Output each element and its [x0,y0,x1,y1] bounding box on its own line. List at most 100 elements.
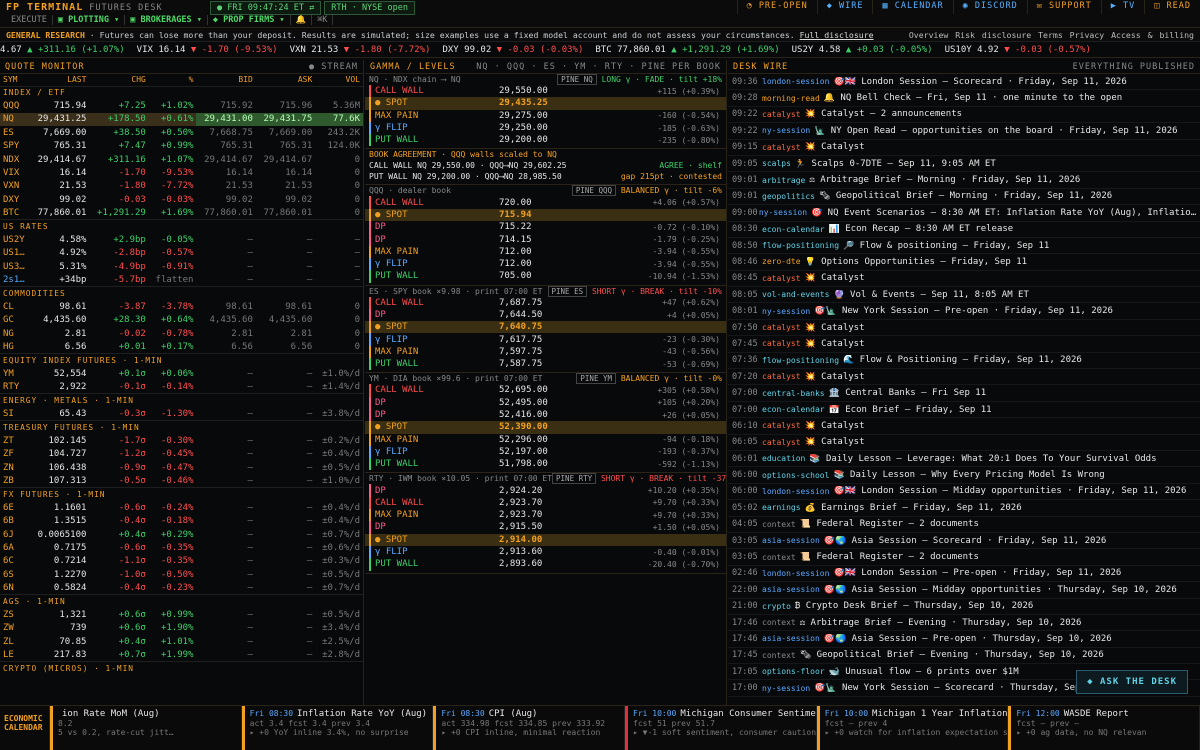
wire-tag[interactable]: context [762,520,796,529]
table-row[interactable]: NQ 29,431.25 +178.50 +0.61% 29,431.00 29,431.… [0,112,363,127]
table-row[interactable]: US3… 5.31% -4.9bp -0.91% — — — [0,260,363,273]
table-row[interactable]: SI 65.43 -0.3σ -1.30% — — ±3.8%/d [0,407,363,420]
table-row[interactable]: 6S 1.2270 -1.0σ -0.50% — — ±0.5%/d [0,568,363,581]
wire-item[interactable]: 17:45 context 🗞 Geopolitical Brief — Eveni… [728,648,1200,665]
pine-button[interactable]: PINE RTY [552,473,597,485]
wire-tag[interactable]: london-session [762,77,829,86]
pine-button[interactable]: PINE NQ [557,74,597,85]
wire-tag[interactable]: crypto [762,602,791,611]
calendar-event[interactable]: Fri 12:00 WASDE Report fcst — prev — ▸ +0 a… [1008,706,1200,750]
table-row[interactable]: US RATES [0,219,363,234]
nav-item[interactable]: ◆ WIRE [816,0,873,14]
wire-item[interactable]: 09:01 arbitrage ⚖ Arbitrage Brief — Mornin… [728,172,1200,189]
nav-item[interactable]: ✉ SUPPORT [1026,0,1101,14]
ticker-item[interactable]: US2Y 4.58 ▲ +0.03 (-0.05%) [792,45,933,55]
wire-filter[interactable]: EVERYTHING PUBLISHED [1073,62,1195,72]
calendar-event[interactable]: Fri 10:00Michigan Consumer Sentiment (Se… [625,706,817,750]
wire-item[interactable]: 09:22 catalyst 💥 Catalyst — 2 announcement… [728,107,1200,124]
wire-item[interactable]: 07:20 catalyst 💥 Catalyst [728,369,1200,386]
table-row[interactable]: SPY 765.31 +7.47 +0.99% 765.31 765.31 124.0K [0,140,363,153]
wire-item[interactable]: 08:01 ny-session 🎯🗽 New York Session — Pre… [728,303,1200,320]
wire-tag[interactable]: vol-and-events [762,290,829,299]
calendar-event[interactable]: Fri 08:30 CPI (Aug) act 334.98 fcst 334.85… [433,706,626,750]
table-row[interactable]: VIX 16.14 -1.70 -9.53% 16.14 16.14 0 [0,166,363,179]
table-row[interactable]: VXN 21.53 -1.80 -7.72% 21.53 21.53 0 [0,180,363,193]
wire-item[interactable]: 09:15 catalyst 💥 Catalyst [728,140,1200,156]
table-row[interactable]: ZB 107.313 -0.5σ -0.46% — — ±1.0%/d [0,474,363,487]
ticker-item[interactable]: VIX 16.14 ▼ -1.70 (-9.53%) [137,45,278,55]
ticker-item[interactable]: 4.67 ▲ +311.16 (+1.07%) [0,45,125,55]
column-header[interactable]: SYM [0,74,30,86]
brand-tab[interactable]: ⌘K [312,15,334,25]
wire-tag[interactable]: catalyst [762,274,801,283]
table-row[interactable]: TREASURY FUTURES · 1-MIN [0,420,363,435]
wire-tag[interactable]: catalyst [762,339,801,348]
wire-tag[interactable]: central-banks [762,389,825,398]
calendar-event[interactable]: Fri 08:30 Inflation Rate YoY (Aug) act 3.4… [241,706,434,750]
column-header[interactable]: VOL [315,74,363,86]
nav-item[interactable]: ▦ CALENDAR [872,0,952,14]
wire-tag[interactable]: ny-session [762,307,810,316]
brand-tab[interactable]: ▣ BROKERAGES ▾ [125,15,208,25]
wire-item[interactable]: 06:05 catalyst 💥 Catalyst [728,435,1200,451]
table-row[interactable]: 6C 0.7214 -1.1σ -0.35% — — ±0.3%/d [0,555,363,568]
table-row[interactable]: US2Y 4.58% +2.9bp -0.05% — — — [0,233,363,246]
table-row[interactable]: CL 98.61 -3.87 -3.78% 98.61 98.61 0 [0,300,363,313]
table-row[interactable]: BTC 77,860.01 +1,291.29 +1.69% 77,860.01 77,8… [0,207,363,220]
brand-tab[interactable]: EXECUTE [6,15,53,25]
table-row[interactable]: EQUITY INDEX FUTURES · 1-MIN [0,353,363,368]
wire-item[interactable]: 06:01 education 📚 Daily Lesson — Leverage:… [728,451,1200,468]
wire-item[interactable]: 06:10 catalyst 💥 Catalyst [728,418,1200,435]
wire-tag[interactable]: education [762,454,805,463]
table-row[interactable]: QQQ 715.94 +7.25 +1.02% 715.92 715.96 5.36M [0,99,363,112]
nav-item[interactable]: ◫ READ [1144,0,1200,14]
table-row[interactable]: ZF 104.727 -1.2σ -0.45% — — ±0.4%/d [0,448,363,461]
wire-tag[interactable]: asia-session [762,536,820,545]
column-header[interactable]: % [149,74,197,86]
table-row[interactable]: FX FUTURES · 1-MIN [0,487,363,502]
wire-item[interactable]: 08:45 catalyst 💥 Catalyst [728,271,1200,288]
table-row[interactable]: ES 7,669.00 +38.50 +0.50% 7,668.75 7,669.00 24… [0,126,363,139]
wire-tag[interactable]: context [762,618,796,627]
table-row[interactable]: 6A 0.7175 -0.6σ -0.35% — — ±0.6%/d [0,541,363,554]
wire-item[interactable]: 09:05 scalps 🏃 Scalps 0-7DTE — Sep 11, 9:0… [728,156,1200,173]
wire-tag[interactable]: ny-session [762,126,810,135]
table-row[interactable]: 6N 0.5824 -0.4σ -0.23% — — ±0.7%/d [0,581,363,594]
wire-item[interactable]: 03:05 asia-session 🎯🌏 Asia Session — Score… [728,533,1200,550]
wire-tag[interactable]: options-school [762,471,829,480]
table-row[interactable]: LE 217.83 +0.7σ +1.99% — — ±2.8%/d [0,648,363,661]
table-row[interactable]: CRYPTO (MICROS) · 1-MIN [0,661,363,676]
table-row[interactable]: ENERGY · METALS · 1-MIN [0,393,363,408]
wire-item[interactable]: 07:00 central-banks 🏦 Central Banks — Fri … [728,385,1200,402]
wire-tag[interactable]: morning-read [762,94,820,103]
nav-item[interactable]: ▶ TV [1100,0,1144,14]
wire-tag[interactable]: asia-session [762,634,820,643]
wire-item[interactable]: 08:46 zero-dte 💡 Options Opportunities — F… [728,254,1200,271]
wire-item[interactable]: 06:00 options-school 📚 Daily Lesson — Why … [728,467,1200,484]
wire-tag[interactable]: options-floor [762,667,825,676]
table-row[interactable]: ZS 1,321 +0.6σ +0.99% — — ±0.5%/d [0,608,363,621]
table-row[interactable]: HG 6.56 +0.01 +0.17% 6.56 6.56 0 [0,340,363,353]
wire-tag[interactable]: zero-dte [762,257,801,266]
ask-the-desk-button[interactable]: ◆ ASK THE DESK [1076,670,1188,694]
wire-tag[interactable]: catalyst [762,421,801,430]
wire-tag[interactable]: catalyst [762,323,801,332]
wire-item[interactable]: 09:01 geopolitics 🗞 Geopolitical Brief — M… [728,189,1200,206]
full-disclosure-link[interactable]: Full disclosure [800,30,874,40]
wire-tag[interactable]: ny-session [762,684,810,693]
calendar-event[interactable]: ion Rate MoM (Aug) 8.2 5 vs 0.2, rate-cut … [50,706,242,750]
table-row[interactable]: ZL 70.85 +0.4σ +1.01% — — ±2.5%/d [0,635,363,648]
table-row[interactable]: 6E 1.1601 -0.6σ -0.24% — — ±0.4%/d [0,501,363,514]
ticker-item[interactable]: US10Y 4.92 ▼ -0.03 (-0.57%) [945,45,1091,55]
wire-tag[interactable]: econ-calendar [762,225,825,234]
wire-tag[interactable]: arbitrage [762,176,805,185]
ticker-item[interactable]: BTC 77,860.01 ▲ +1,291.29 (+1.69%) [595,45,779,55]
wire-tag[interactable]: econ-calendar [762,405,825,414]
wire-tag[interactable]: catalyst [762,143,801,152]
wire-item[interactable]: 07:50 catalyst 💥 Catalyst [728,320,1200,337]
table-row[interactable]: ZT 102.145 -1.7σ -0.30% — — ±0.2%/d [0,434,363,447]
wire-tag[interactable]: catalyst [762,372,801,381]
wire-tag[interactable]: context [762,651,796,660]
nav-item[interactable]: ◔ PRE-OPEN [736,0,817,14]
ticker-item[interactable]: DXY 99.02 ▼ -0.03 (-0.03%) [442,45,583,55]
